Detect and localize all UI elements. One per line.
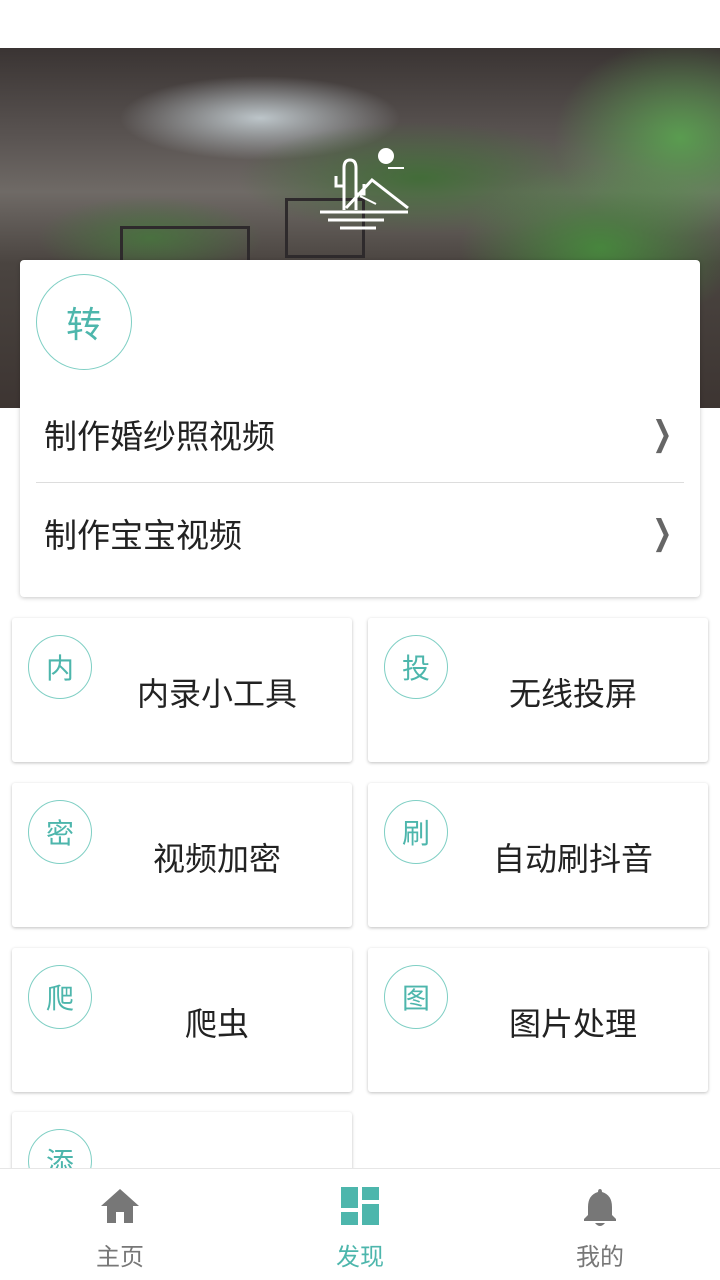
home-icon	[101, 1189, 139, 1223]
badge-text: 图	[401, 982, 430, 1015]
badge-circle: 爬	[28, 965, 92, 1029]
baby-video-label: 制作宝宝视频	[44, 516, 242, 555]
wedding-video-item[interactable]: 制作婚纱照视频 ❯	[36, 385, 684, 483]
tool-card-crawler[interactable]: 爬 爬虫	[12, 948, 352, 1092]
nav-discover[interactable]: 发现	[240, 1169, 480, 1280]
nav-home[interactable]: 主页	[0, 1169, 240, 1280]
badge-text: 爬	[45, 982, 74, 1015]
badge-circle: 图	[384, 965, 448, 1029]
badge-text: 转	[65, 305, 102, 346]
nav-discover-label: 发现	[336, 1243, 384, 1271]
tool-card-screen-cast[interactable]: 投 无线投屏	[368, 618, 708, 762]
badge-text: 内	[45, 652, 74, 685]
bell-icon	[584, 1189, 616, 1226]
baby-video-item[interactable]: 制作宝宝视频 ❯	[36, 484, 684, 582]
tool-card-image-processing[interactable]: 图 图片处理	[368, 948, 708, 1092]
tool-card-title: 内录小工具	[136, 675, 297, 713]
nav-home-label: 主页	[96, 1243, 144, 1271]
chevron-right-icon: ❯	[651, 513, 672, 553]
wedding-video-label: 制作婚纱照视频	[44, 417, 275, 456]
landscape-cactus-logo	[320, 148, 409, 230]
feature-card: 转 制作婚纱照视频 ❯ 制作宝宝视频 ❯	[20, 260, 700, 597]
badge-text: 投	[401, 652, 430, 685]
tool-card-title: 视频加密	[152, 840, 281, 878]
tool-card-video-encrypt[interactable]: 密 视频加密	[12, 783, 352, 927]
status-bar	[0, 0, 720, 48]
badge-circle: 刷	[384, 800, 448, 864]
badge-circle: 内	[28, 635, 92, 699]
nav-mine[interactable]: 我的	[480, 1169, 720, 1280]
dashboard-icon	[341, 1187, 379, 1225]
tool-card-auto-douyin[interactable]: 刷 自动刷抖音	[368, 783, 708, 927]
tool-card-recorder[interactable]: 内 内录小工具	[12, 618, 352, 762]
divider	[36, 482, 684, 483]
badge-circle: 密	[28, 800, 92, 864]
badge-circle: 投	[384, 635, 448, 699]
badge-text: 密	[45, 817, 74, 850]
bottom-nav: 主页 发现 我的	[0, 1168, 720, 1280]
tool-card-title: 无线投屏	[508, 675, 637, 713]
tool-card-title: 自动刷抖音	[492, 840, 653, 878]
tool-card-title: 图片处理	[508, 1005, 637, 1043]
nav-mine-label: 我的	[576, 1243, 624, 1271]
badge-circle: 转	[36, 274, 132, 370]
chevron-right-icon: ❯	[651, 414, 672, 454]
tool-card-title: 爬虫	[184, 1005, 249, 1043]
badge-text: 刷	[401, 817, 430, 850]
